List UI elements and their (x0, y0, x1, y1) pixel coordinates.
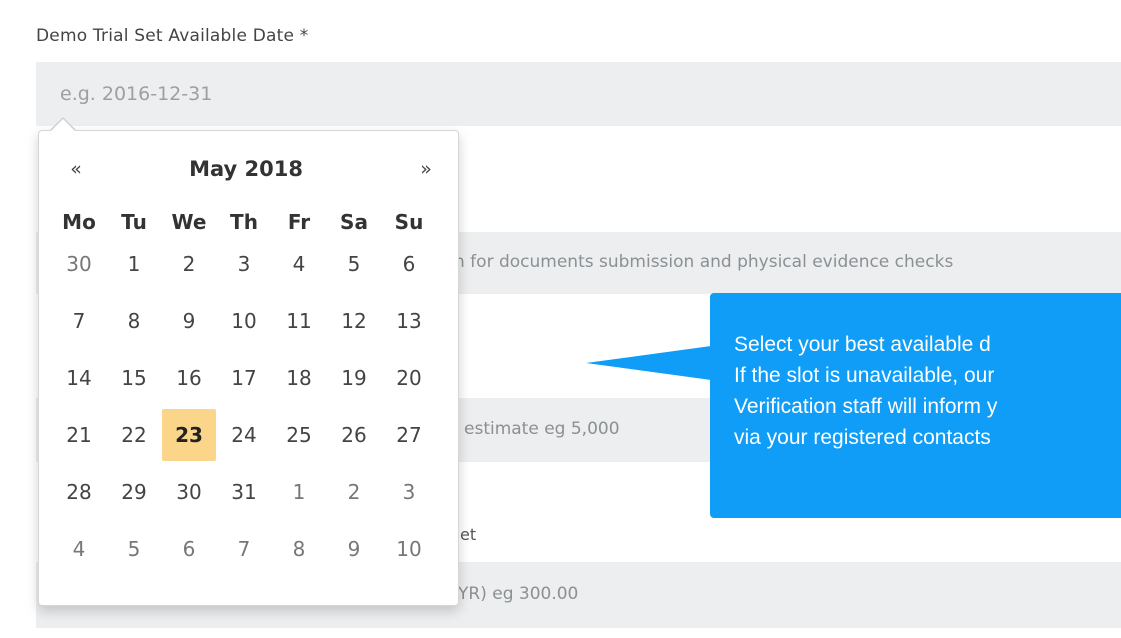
day-cell[interactable]: 20 (382, 352, 436, 404)
estimate-field-placeholder: estimate eg 5,000 (464, 419, 620, 439)
datepicker: « May 2018 » Mo Tu We Th Fr Sa Su 30 1 2 3 4 5 6 7 8 9 10… (38, 130, 459, 606)
day-cell[interactable]: 18 (272, 352, 326, 404)
help-callout: Select your best available d If the slot … (710, 293, 1121, 518)
day-cell[interactable]: 25 (272, 409, 326, 461)
day-cell[interactable]: 29 (107, 466, 161, 518)
callout-text-line: via your registered contacts (734, 426, 991, 449)
callout-pointer (586, 346, 711, 380)
date-input[interactable] (36, 62, 1121, 126)
day-cell[interactable]: 30 (52, 238, 106, 290)
datepicker-header: « May 2018 » (39, 149, 458, 189)
day-cell[interactable]: 19 (327, 352, 381, 404)
day-cell[interactable]: 31 (217, 466, 271, 518)
day-cell[interactable]: 11 (272, 295, 326, 347)
day-cell[interactable]: 15 (107, 352, 161, 404)
day-cell[interactable]: 24 (217, 409, 271, 461)
callout-text-line: Verification staff will inform y (734, 395, 998, 418)
day-of-week-header: Tu (121, 210, 147, 234)
day-cell[interactable]: 7 (52, 295, 106, 347)
day-cell[interactable]: 2 (327, 466, 381, 518)
documents-field-text: n for documents submission and physical … (454, 252, 954, 272)
day-cell[interactable]: 8 (272, 523, 326, 575)
datepicker-month-title[interactable]: May 2018 (151, 149, 341, 189)
day-cell[interactable]: 6 (382, 238, 436, 290)
day-cell[interactable]: 27 (382, 409, 436, 461)
day-of-week-header: We (171, 210, 207, 234)
selected-day-cell[interactable]: 23 (162, 409, 216, 461)
day-cell[interactable]: 1 (107, 238, 161, 290)
day-cell[interactable]: 9 (327, 523, 381, 575)
date-field-label: Demo Trial Set Available Date * (36, 26, 309, 46)
day-cell[interactable]: 30 (162, 466, 216, 518)
callout-text-line: Select your best available d (734, 333, 991, 356)
day-cell[interactable]: 2 (162, 238, 216, 290)
day-cell[interactable]: 21 (52, 409, 106, 461)
day-cell[interactable]: 3 (217, 238, 271, 290)
amount-field-label: et (460, 525, 477, 544)
day-of-week-header: Sa (340, 210, 368, 234)
day-cell[interactable]: 8 (107, 295, 161, 347)
day-cell[interactable]: 5 (327, 238, 381, 290)
day-cell[interactable]: 4 (272, 238, 326, 290)
day-cell[interactable]: 26 (327, 409, 381, 461)
next-month-button[interactable]: » (401, 149, 451, 189)
amount-field-placeholder: YR) eg 300.00 (458, 584, 579, 604)
day-cell[interactable]: 5 (107, 523, 161, 575)
day-cell[interactable]: 13 (382, 295, 436, 347)
day-cell[interactable]: 1 (272, 466, 326, 518)
day-cell[interactable]: 17 (217, 352, 271, 404)
day-of-week-header: Fr (287, 210, 311, 234)
form-page: Demo Trial Set Available Date * n for do… (0, 0, 1121, 638)
day-of-week-header: Su (394, 210, 424, 234)
day-cell[interactable]: 16 (162, 352, 216, 404)
day-of-week-header: Mo (62, 210, 96, 234)
day-of-week-header: Th (230, 210, 258, 234)
day-cell[interactable]: 12 (327, 295, 381, 347)
day-cell[interactable]: 4 (52, 523, 106, 575)
day-cell[interactable]: 22 (107, 409, 161, 461)
day-cell[interactable]: 10 (217, 295, 271, 347)
day-cell[interactable]: 7 (217, 523, 271, 575)
day-cell[interactable]: 10 (382, 523, 436, 575)
prev-month-button[interactable]: « (51, 149, 101, 189)
day-cell[interactable]: 6 (162, 523, 216, 575)
day-cell[interactable]: 3 (382, 466, 436, 518)
day-cell[interactable]: 28 (52, 466, 106, 518)
callout-text-line: If the slot is unavailable, our (734, 364, 995, 387)
datepicker-arrow-inner (51, 119, 75, 131)
day-cell[interactable]: 14 (52, 352, 106, 404)
day-cell[interactable]: 9 (162, 295, 216, 347)
